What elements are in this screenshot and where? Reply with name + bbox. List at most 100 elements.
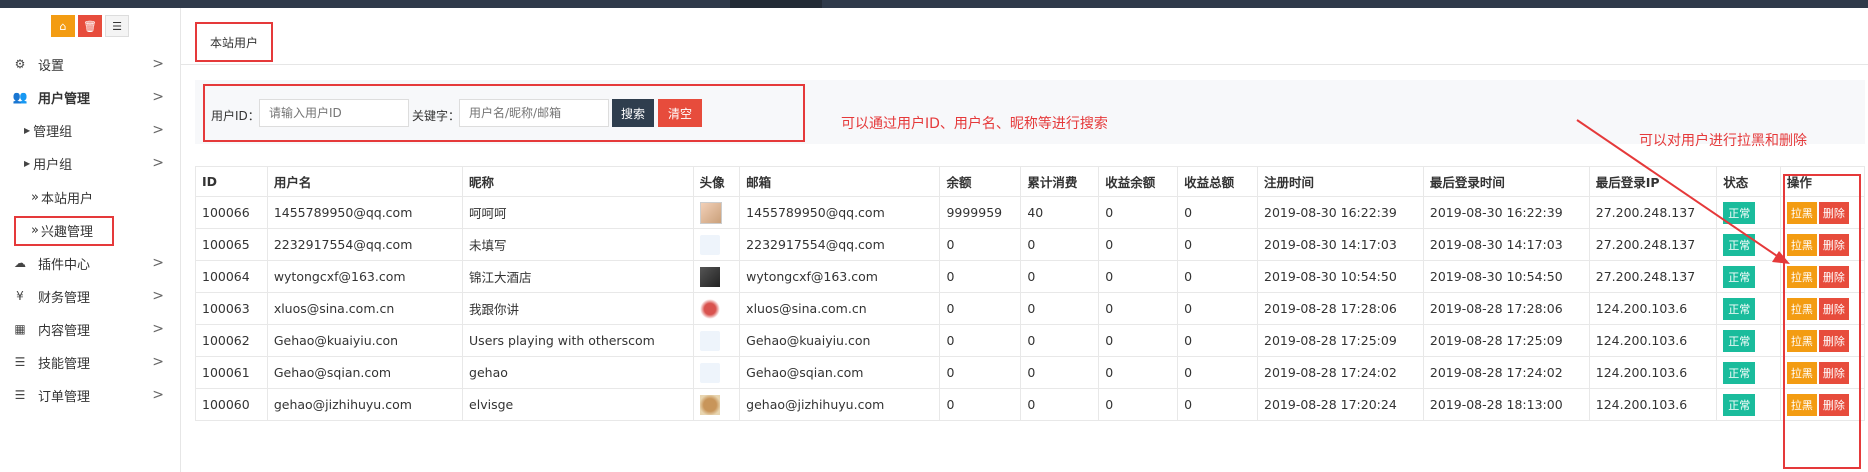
avatar	[699, 266, 720, 287]
list-icon[interactable]: ☰	[105, 15, 129, 37]
cell-balance: 0	[939, 292, 1022, 325]
status-badge: 正常	[1723, 329, 1756, 352]
cell-balance: 0	[939, 324, 1022, 357]
status-badge: 正常	[1723, 265, 1756, 288]
sidebar-item-user-management[interactable]: 👥 用户管理 >	[0, 79, 180, 115]
sidebar-toolbar: ⌂ 🗑 ☰	[0, 8, 180, 44]
cell-last-login: 2019-08-30 14:17:03	[1422, 228, 1590, 261]
cell-email: Gehao@sqian.com	[739, 356, 941, 389]
column-header: 用户名	[266, 166, 464, 197]
cell-ip: 124.200.103.6	[1588, 356, 1718, 389]
cell-last-login: 2019-08-28 17:25:09	[1422, 324, 1590, 357]
bars-icon: ☰	[14, 388, 26, 402]
cell-username: Gehao@sqian.com	[266, 356, 464, 389]
search-bar: 用户ID： 关键字： 搜索 清空	[195, 80, 1865, 144]
trash-icon[interactable]: 🗑	[78, 15, 102, 37]
chevron-right-icon: >	[152, 288, 164, 304]
home-icon[interactable]: ⌂	[51, 15, 75, 37]
cell-ip: 27.200.248.137	[1588, 196, 1718, 229]
sidebar-item-user-groups[interactable]: ▶ 用户组 >	[0, 145, 180, 181]
sidebar-item-finance[interactable]: ¥ 财务管理 >	[0, 278, 180, 314]
sidebar-item-site-users[interactable]: » 本站用户	[0, 179, 180, 215]
sidebar-item-orders[interactable]: ☰ 订单管理 >	[0, 377, 180, 413]
column-header: 收益总额	[1177, 166, 1259, 197]
cell-ip: 124.200.103.6	[1588, 324, 1718, 357]
avatar	[699, 362, 720, 383]
users-icon: 👥	[12, 90, 28, 104]
cell-nickname: 锦江大酒店	[462, 260, 694, 293]
sidebar-item-plugins[interactable]: ☁ 插件中心 >	[0, 245, 180, 281]
sidebar-item-label: 内容管理	[38, 323, 91, 339]
sidebar-item-label: 技能管理	[38, 356, 91, 372]
cell-earn-balance: 0	[1098, 260, 1179, 293]
chevron-right-icon: >	[152, 122, 164, 138]
cell-reg-time: 2019-08-28 17:25:09	[1257, 324, 1424, 357]
cell-earn-total: 0	[1177, 324, 1259, 357]
cell-earn-balance: 0	[1098, 196, 1179, 229]
cell-id: 100064	[195, 260, 268, 293]
sidebar-item-skills[interactable]: ☰ 技能管理 >	[0, 344, 180, 380]
cell-spend: 40	[1020, 196, 1100, 229]
sidebar-item-settings[interactable]: ⚙ 设置 >	[0, 46, 180, 82]
bars-icon: ☰	[14, 355, 26, 369]
cell-last-login: 2019-08-28 18:13:00	[1422, 388, 1590, 421]
tab-site-users[interactable]: 本站用户	[195, 22, 273, 62]
cell-nickname: 我跟你讲	[462, 292, 694, 325]
cell-last-login: 2019-08-28 17:24:02	[1422, 356, 1590, 389]
status-badge: 正常	[1723, 393, 1756, 416]
chevron-right-icon: >	[152, 387, 164, 403]
cell-spend: 0	[1020, 388, 1100, 421]
cell-balance: 9999959	[939, 196, 1022, 229]
cell-email: 1455789950@qq.com	[739, 196, 941, 229]
cloud-icon: ☁	[14, 256, 26, 270]
column-header: 余额	[939, 166, 1022, 197]
cell-earn-balance: 0	[1098, 388, 1179, 421]
table-row: 100063 xluos@sina.com.cn 我跟你讲 xluos@sina.co…	[195, 292, 1866, 325]
sidebar-item-label: 本站用户	[40, 191, 93, 207]
chevron-right-icon: >	[152, 354, 164, 370]
cell-balance: 0	[939, 260, 1022, 293]
cell-ip: 124.200.103.6	[1588, 292, 1718, 325]
cell-earn-total: 0	[1177, 388, 1259, 421]
sidebar-item-content[interactable]: ▦ 内容管理 >	[0, 311, 180, 347]
avatar	[699, 330, 720, 351]
tab-bar: 本站用户	[181, 8, 1868, 65]
chevron-right-icon: >	[152, 155, 164, 171]
avatar	[699, 234, 720, 255]
cell-username: 1455789950@qq.com	[266, 196, 464, 229]
sidebar-item-interests[interactable]: » 兴趣管理	[0, 212, 180, 248]
cell-id: 100062	[195, 324, 268, 357]
sidebar-item-label: 用户组	[33, 157, 73, 173]
chevron-right-icon: >	[152, 56, 164, 72]
table-row: 100066 1455789950@qq.com 呵呵呵 1455789950@qq.…	[195, 196, 1866, 229]
cell-spend: 0	[1020, 324, 1100, 357]
top-bar	[0, 0, 1868, 8]
column-header: 昵称	[462, 166, 694, 197]
column-header: 累计消费	[1020, 166, 1100, 197]
chevron-right-icon: >	[152, 255, 164, 271]
ops-annotation: 可以对用户进行拉黑和删除	[1639, 133, 1807, 149]
search-button[interactable]: 搜索	[612, 99, 654, 127]
column-header: 注册时间	[1257, 166, 1424, 197]
cell-username: xluos@sina.com.cn	[266, 292, 464, 325]
avatar	[699, 298, 720, 319]
user-id-input[interactable]	[259, 99, 409, 127]
cell-email: xluos@sina.com.cn	[739, 292, 941, 325]
status-badge: 正常	[1723, 201, 1756, 224]
cell-last-login: 2019-08-30 16:22:39	[1422, 196, 1590, 229]
sidebar-item-admin-groups[interactable]: ▶ 管理组 >	[0, 112, 180, 148]
ops-highlight-box	[1783, 174, 1861, 469]
cell-username: 2232917554@qq.com	[266, 228, 464, 261]
keyword-input[interactable]	[459, 99, 609, 127]
cell-earn-balance: 0	[1098, 228, 1179, 261]
avatar-cell	[692, 324, 741, 357]
column-header: ID	[195, 166, 268, 197]
cell-reg-time: 2019-08-30 16:22:39	[1257, 196, 1424, 229]
cell-id: 100060	[195, 388, 268, 421]
status-cell: 正常	[1716, 324, 1781, 357]
avatar-cell	[692, 228, 741, 261]
cell-earn-balance: 0	[1098, 324, 1179, 357]
sidebar-item-label: 插件中心	[38, 257, 91, 273]
clear-button[interactable]: 清空	[658, 99, 702, 127]
column-header: 最后登录IP	[1588, 166, 1718, 197]
